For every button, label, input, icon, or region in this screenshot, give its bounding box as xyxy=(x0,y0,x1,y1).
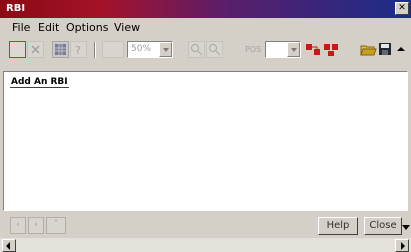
previous-icon[interactable]: ‹ xyxy=(28,217,44,234)
help-button[interactable]: Help xyxy=(318,217,358,235)
zoom-combo[interactable]: 50% xyxy=(127,41,173,58)
scroll-left-icon[interactable] xyxy=(2,239,16,252)
rbi-content-area: Add An RBI xyxy=(3,71,408,211)
page-icon[interactable] xyxy=(102,41,124,58)
menu-edit[interactable]: Edit xyxy=(38,21,59,34)
delete-icon[interactable] xyxy=(27,41,44,58)
save-icon[interactable] xyxy=(377,41,394,58)
close-button[interactable]: Close xyxy=(364,217,402,235)
pos-label: POS xyxy=(245,45,262,54)
red-group-icon[interactable] xyxy=(305,41,322,58)
window-title: RBI xyxy=(6,3,26,14)
close-window-button[interactable]: ✕ xyxy=(395,2,409,15)
chevron-down-icon[interactable] xyxy=(159,42,172,57)
rbi-window: RBI ✕ File Edit Options View ? 50% POS A… xyxy=(0,0,411,252)
new-icon[interactable] xyxy=(9,41,26,58)
menu-file[interactable]: File xyxy=(12,21,30,34)
menu-view[interactable]: View xyxy=(114,21,140,34)
menu-options[interactable]: Options xyxy=(66,21,108,34)
zoom-value: 50% xyxy=(131,44,152,54)
zoom-in-icon[interactable] xyxy=(188,41,205,58)
unknown-icon[interactable]: ? xyxy=(70,41,87,58)
scroll-up-icon[interactable] xyxy=(394,41,408,58)
next-icon[interactable]: ˇ xyxy=(46,217,66,234)
add-rbi-link[interactable]: Add An RBI xyxy=(10,77,69,88)
bottom-bar: ‹ ‹ ˇ Help Close xyxy=(0,213,411,238)
scroll-right-icon[interactable] xyxy=(395,239,409,252)
zoom-out-icon[interactable] xyxy=(206,41,223,58)
title-bar: RBI ✕ xyxy=(0,0,411,18)
chevron-down-icon[interactable] xyxy=(287,42,300,57)
toolbar: ? 50% POS xyxy=(0,37,411,65)
scroll-down-icon[interactable] xyxy=(402,223,410,231)
pos-combo[interactable] xyxy=(265,41,301,58)
menu-bar: File Edit Options View xyxy=(0,19,411,36)
svg-text:?: ? xyxy=(75,44,81,57)
horizontal-scrollbar[interactable] xyxy=(0,238,411,252)
red-ungroup-icon[interactable] xyxy=(323,41,340,58)
open-folder-icon[interactable] xyxy=(360,41,377,58)
toolbar-separator xyxy=(94,42,96,58)
first-icon[interactable]: ‹ xyxy=(10,217,26,234)
grid-icon[interactable] xyxy=(52,41,69,58)
